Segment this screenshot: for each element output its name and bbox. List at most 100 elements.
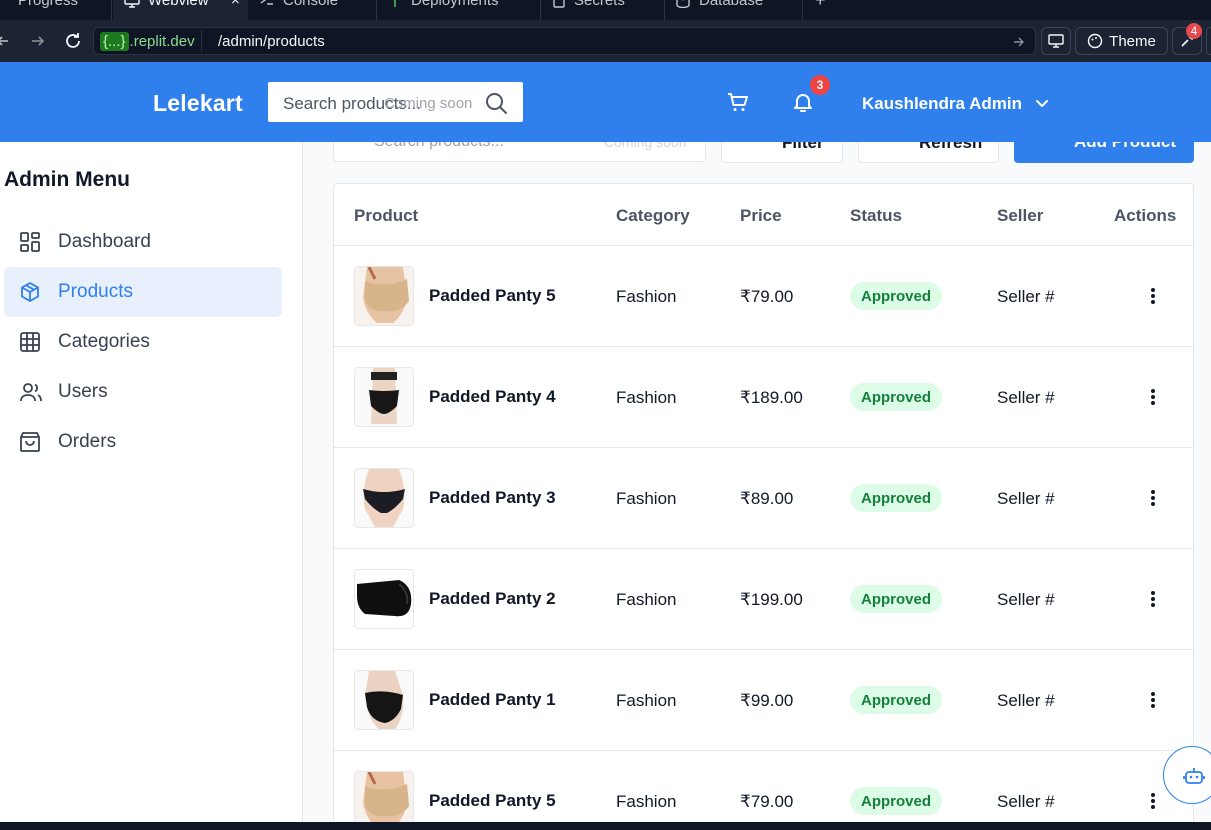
- product-name[interactable]: Padded Panty 5: [429, 286, 556, 306]
- product-price: ₹79.00: [740, 792, 794, 811]
- devtools-button[interactable]: [1041, 27, 1071, 55]
- product-name[interactable]: Padded Panty 2: [429, 589, 556, 609]
- search-icon[interactable]: [484, 91, 508, 115]
- product-search-coming-soon: Coming soon: [604, 142, 687, 150]
- column-header-actions: Actions: [1114, 206, 1177, 225]
- status-badge: Approved: [850, 484, 943, 512]
- user-menu-name[interactable]: Kaushlendra Admin: [862, 94, 1022, 114]
- product-thumbnail[interactable]: [354, 266, 414, 326]
- tab-close-icon[interactable]: ×: [231, 0, 240, 8]
- product-seller: Seller #: [997, 388, 1055, 407]
- more-vertical-icon[interactable]: [1150, 286, 1156, 306]
- product-seller: Seller #: [997, 590, 1055, 609]
- more-vertical-icon[interactable]: [1150, 690, 1156, 710]
- table-row[interactable]: Padded Panty 5 Fashion ₹79.00 Approved Selle…: [334, 751, 1193, 822]
- product-thumbnail[interactable]: [354, 569, 414, 629]
- product-name[interactable]: Padded Panty 5: [429, 791, 556, 811]
- bottom-strip: [0, 822, 1211, 830]
- status-badge: Approved: [850, 282, 943, 310]
- forward-arrow-icon[interactable]: [30, 33, 46, 49]
- products-table: Product Category Price Status Seller Act…: [333, 183, 1194, 822]
- more-vertical-icon[interactable]: [1150, 488, 1156, 508]
- product-image: [355, 570, 413, 628]
- sidebar-item-dashboard[interactable]: Dashboard: [4, 217, 282, 267]
- app-header: Lelekart Search products... Coming soon …: [0, 62, 1211, 142]
- table-row[interactable]: Padded Panty 3 Fashion ₹89.00 Approved Selle…: [334, 448, 1193, 549]
- product-seller: Seller #: [997, 287, 1055, 306]
- reload-icon[interactable]: [63, 31, 83, 51]
- notification-badge: 3: [808, 73, 832, 97]
- product-name[interactable]: Padded Panty 3: [429, 488, 556, 508]
- overflow-button[interactable]: [1206, 27, 1211, 55]
- tab-console[interactable]: Console: [249, 0, 377, 20]
- column-header-product: Product: [354, 206, 419, 225]
- sidebar-item-categories[interactable]: Categories: [4, 317, 282, 367]
- database-icon: [676, 0, 690, 8]
- refresh-button[interactable]: Refresh: [858, 142, 999, 163]
- product-price: ₹89.00: [740, 489, 794, 508]
- back-arrow-icon[interactable]: [0, 33, 10, 49]
- open-external-arrow-icon[interactable]: [1012, 35, 1026, 49]
- product-name[interactable]: Padded Panty 1: [429, 690, 556, 710]
- dashboard-icon: [20, 232, 40, 252]
- logo[interactable]: Lelekart: [153, 90, 243, 117]
- plus-icon: +: [815, 0, 826, 10]
- filter-button[interactable]: Filter: [721, 142, 843, 163]
- tab-webview-label: Webview: [148, 0, 209, 9]
- tab-deployments[interactable]: Deployments: [377, 0, 541, 20]
- table-row[interactable]: Padded Panty 2 Fashion ₹199.00 Approved Sell…: [334, 549, 1193, 650]
- url-field[interactable]: {...} .replit.dev /admin/products: [93, 27, 1036, 55]
- product-name[interactable]: Padded Panty 4: [429, 387, 556, 407]
- product-price: ₹189.00: [740, 388, 803, 407]
- product-category: Fashion: [616, 388, 677, 407]
- add-product-button[interactable]: Add Product: [1014, 142, 1194, 163]
- column-header-status: Status: [850, 206, 902, 225]
- monitor-icon: [124, 0, 140, 8]
- admin-sidebar: Admin Menu Dashboard Products Categories…: [0, 142, 303, 822]
- table-row[interactable]: Padded Panty 4 Fashion ₹189.00 Approved Sell…: [334, 347, 1193, 448]
- new-tab-button[interactable]: +: [815, 0, 835, 20]
- product-thumbnail[interactable]: [354, 771, 414, 822]
- chevron-down-icon[interactable]: [1034, 95, 1050, 111]
- domain-text: .replit.dev: [129, 32, 195, 50]
- product-search-input[interactable]: Search products... Coming soon: [333, 142, 706, 162]
- product-thumbnail[interactable]: [354, 468, 414, 528]
- more-vertical-icon[interactable]: [1150, 589, 1156, 609]
- tools-button[interactable]: 4: [1172, 23, 1202, 55]
- header-search-input[interactable]: Search products... Coming soon: [268, 82, 523, 122]
- tab-secrets[interactable]: Secrets: [541, 0, 665, 20]
- theme-label: Theme: [1109, 32, 1156, 50]
- product-thumbnail[interactable]: [354, 367, 414, 427]
- grid-icon: [20, 332, 40, 352]
- table-row[interactable]: Padded Panty 1 Fashion ₹99.00 Approved Selle…: [334, 650, 1193, 751]
- tab-database[interactable]: Database: [665, 0, 803, 20]
- tab-console-label: Console: [283, 0, 339, 9]
- sidebar-item-label: Dashboard: [58, 231, 151, 252]
- sidebar-item-orders[interactable]: Orders: [4, 417, 282, 467]
- lock-icon: [553, 0, 565, 8]
- column-header-seller: Seller: [997, 206, 1044, 225]
- sidebar-item-products[interactable]: Products: [4, 267, 282, 317]
- product-price: ₹79.00: [740, 287, 794, 306]
- product-image: [355, 772, 413, 822]
- status-badge: Approved: [850, 383, 943, 411]
- tab-progress[interactable]: Progress: [0, 0, 112, 20]
- refresh-label: Refresh: [919, 142, 983, 152]
- replit-brace-badge: {...}: [100, 31, 129, 51]
- table-row[interactable]: Padded Panty 5 Fashion ₹79.00 Approved Selle…: [334, 246, 1193, 347]
- cart-icon[interactable]: [726, 90, 750, 114]
- more-vertical-icon[interactable]: [1150, 791, 1156, 811]
- product-search-placeholder: Search products...: [374, 142, 504, 151]
- add-product-label: Add Product: [1074, 142, 1176, 152]
- robot-icon: [1183, 768, 1205, 784]
- tab-webview[interactable]: Webview ×: [113, 0, 248, 20]
- product-image: [355, 671, 413, 729]
- theme-button[interactable]: Theme: [1075, 27, 1168, 55]
- status-badge: Approved: [850, 686, 943, 714]
- package-icon: [21, 282, 39, 302]
- sidebar-item-users[interactable]: Users: [4, 367, 282, 417]
- column-header-category: Category: [616, 206, 690, 225]
- product-thumbnail[interactable]: [354, 670, 414, 730]
- more-vertical-icon[interactable]: [1150, 387, 1156, 407]
- product-image: [355, 469, 413, 527]
